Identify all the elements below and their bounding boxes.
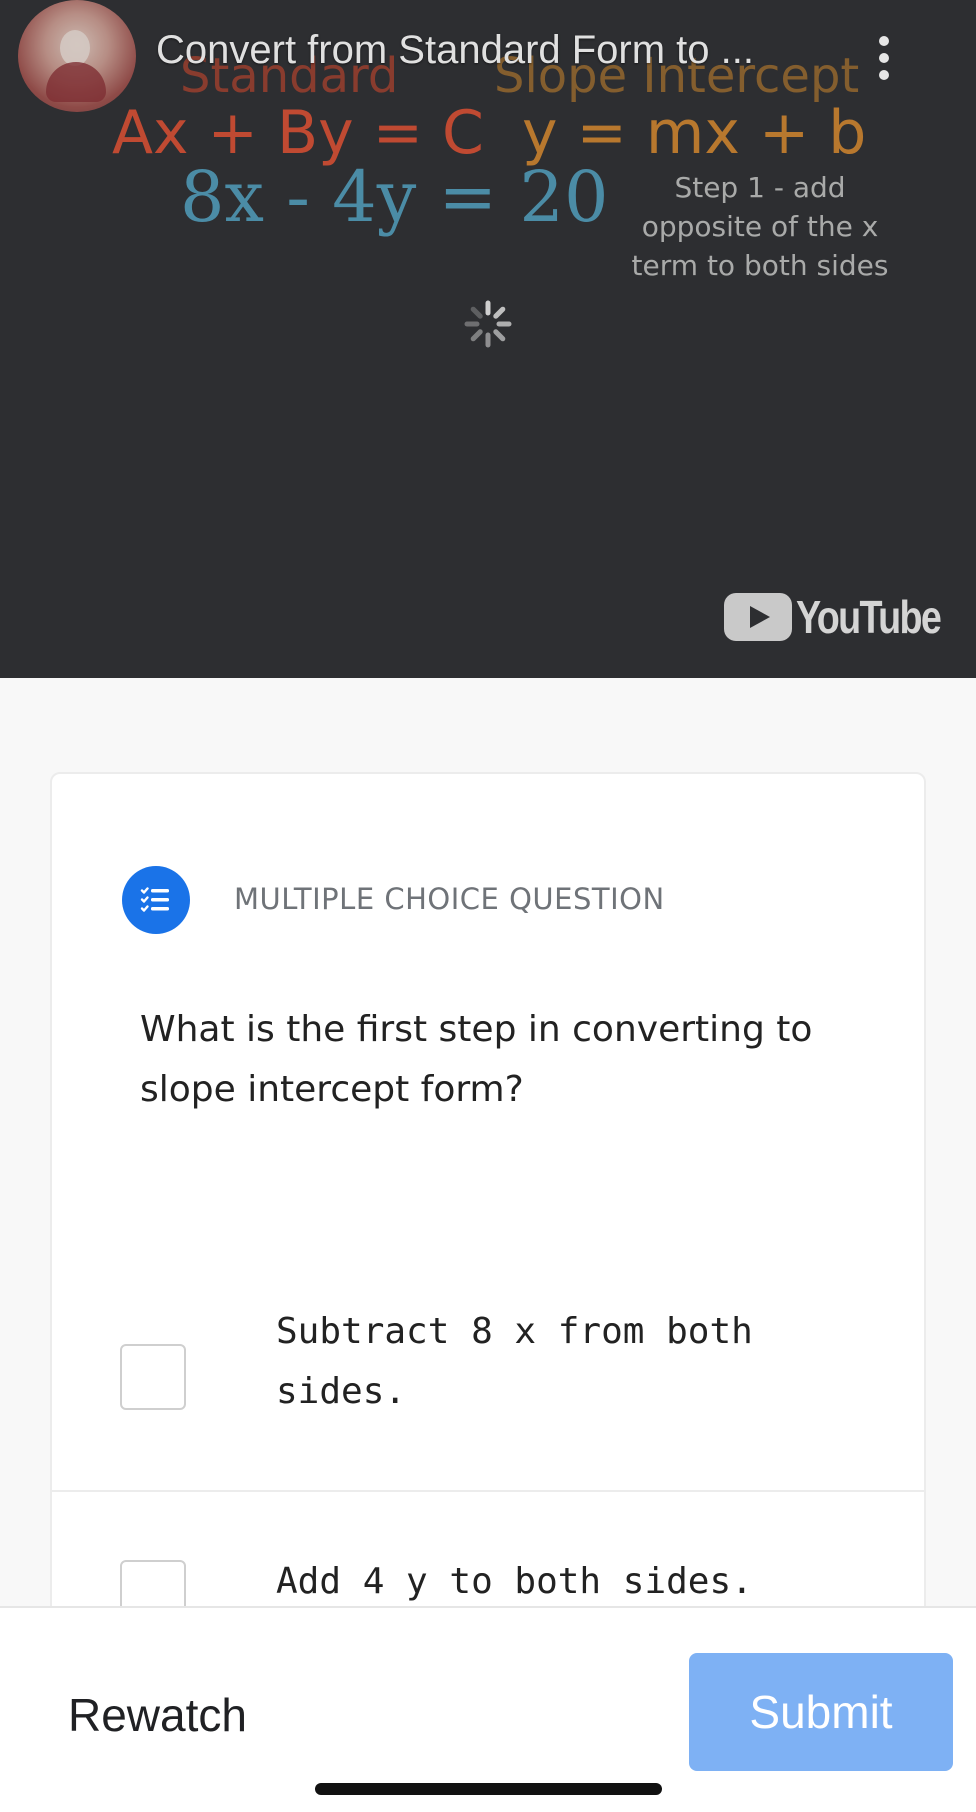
question-type-label: MULTIPLE CHOICE QUESTION [234,882,665,916]
youtube-logo[interactable]: YouTube [724,590,972,644]
channel-avatar[interactable] [18,0,136,112]
youtube-play-icon [724,593,792,641]
rewatch-button[interactable]: Rewatch [68,1688,247,1742]
bottom-action-bar: Rewatch Submit [0,1606,976,1812]
home-indicator [315,1783,662,1795]
avatar-body [46,62,106,102]
question-text: What is the first step in converting to … [140,1009,813,1110]
option-label[interactable]: Add 4 y to both sides. [276,1552,836,1612]
board-step-note: Step 1 - add opposite of the x term to b… [631,171,889,282]
spinner-icon [464,300,512,348]
checklist-icon [122,866,190,934]
answer-option[interactable]: Subtract 8 x from both sides. [52,1264,924,1492]
board-example-equation: 8x - 4y = 20 [180,156,609,238]
avatar-face [60,30,90,66]
youtube-wordmark: YouTube [796,591,942,643]
option-label[interactable]: Subtract 8 x from both sides. [276,1302,836,1422]
submit-button[interactable]: Submit [689,1653,953,1771]
video-player[interactable]: Standard Slope Intercept Ax + By = C y =… [0,0,976,678]
more-vert-icon[interactable] [870,32,898,84]
video-title[interactable]: Convert from Standard Form to ... [156,28,754,73]
option-checkbox[interactable] [120,1344,186,1410]
